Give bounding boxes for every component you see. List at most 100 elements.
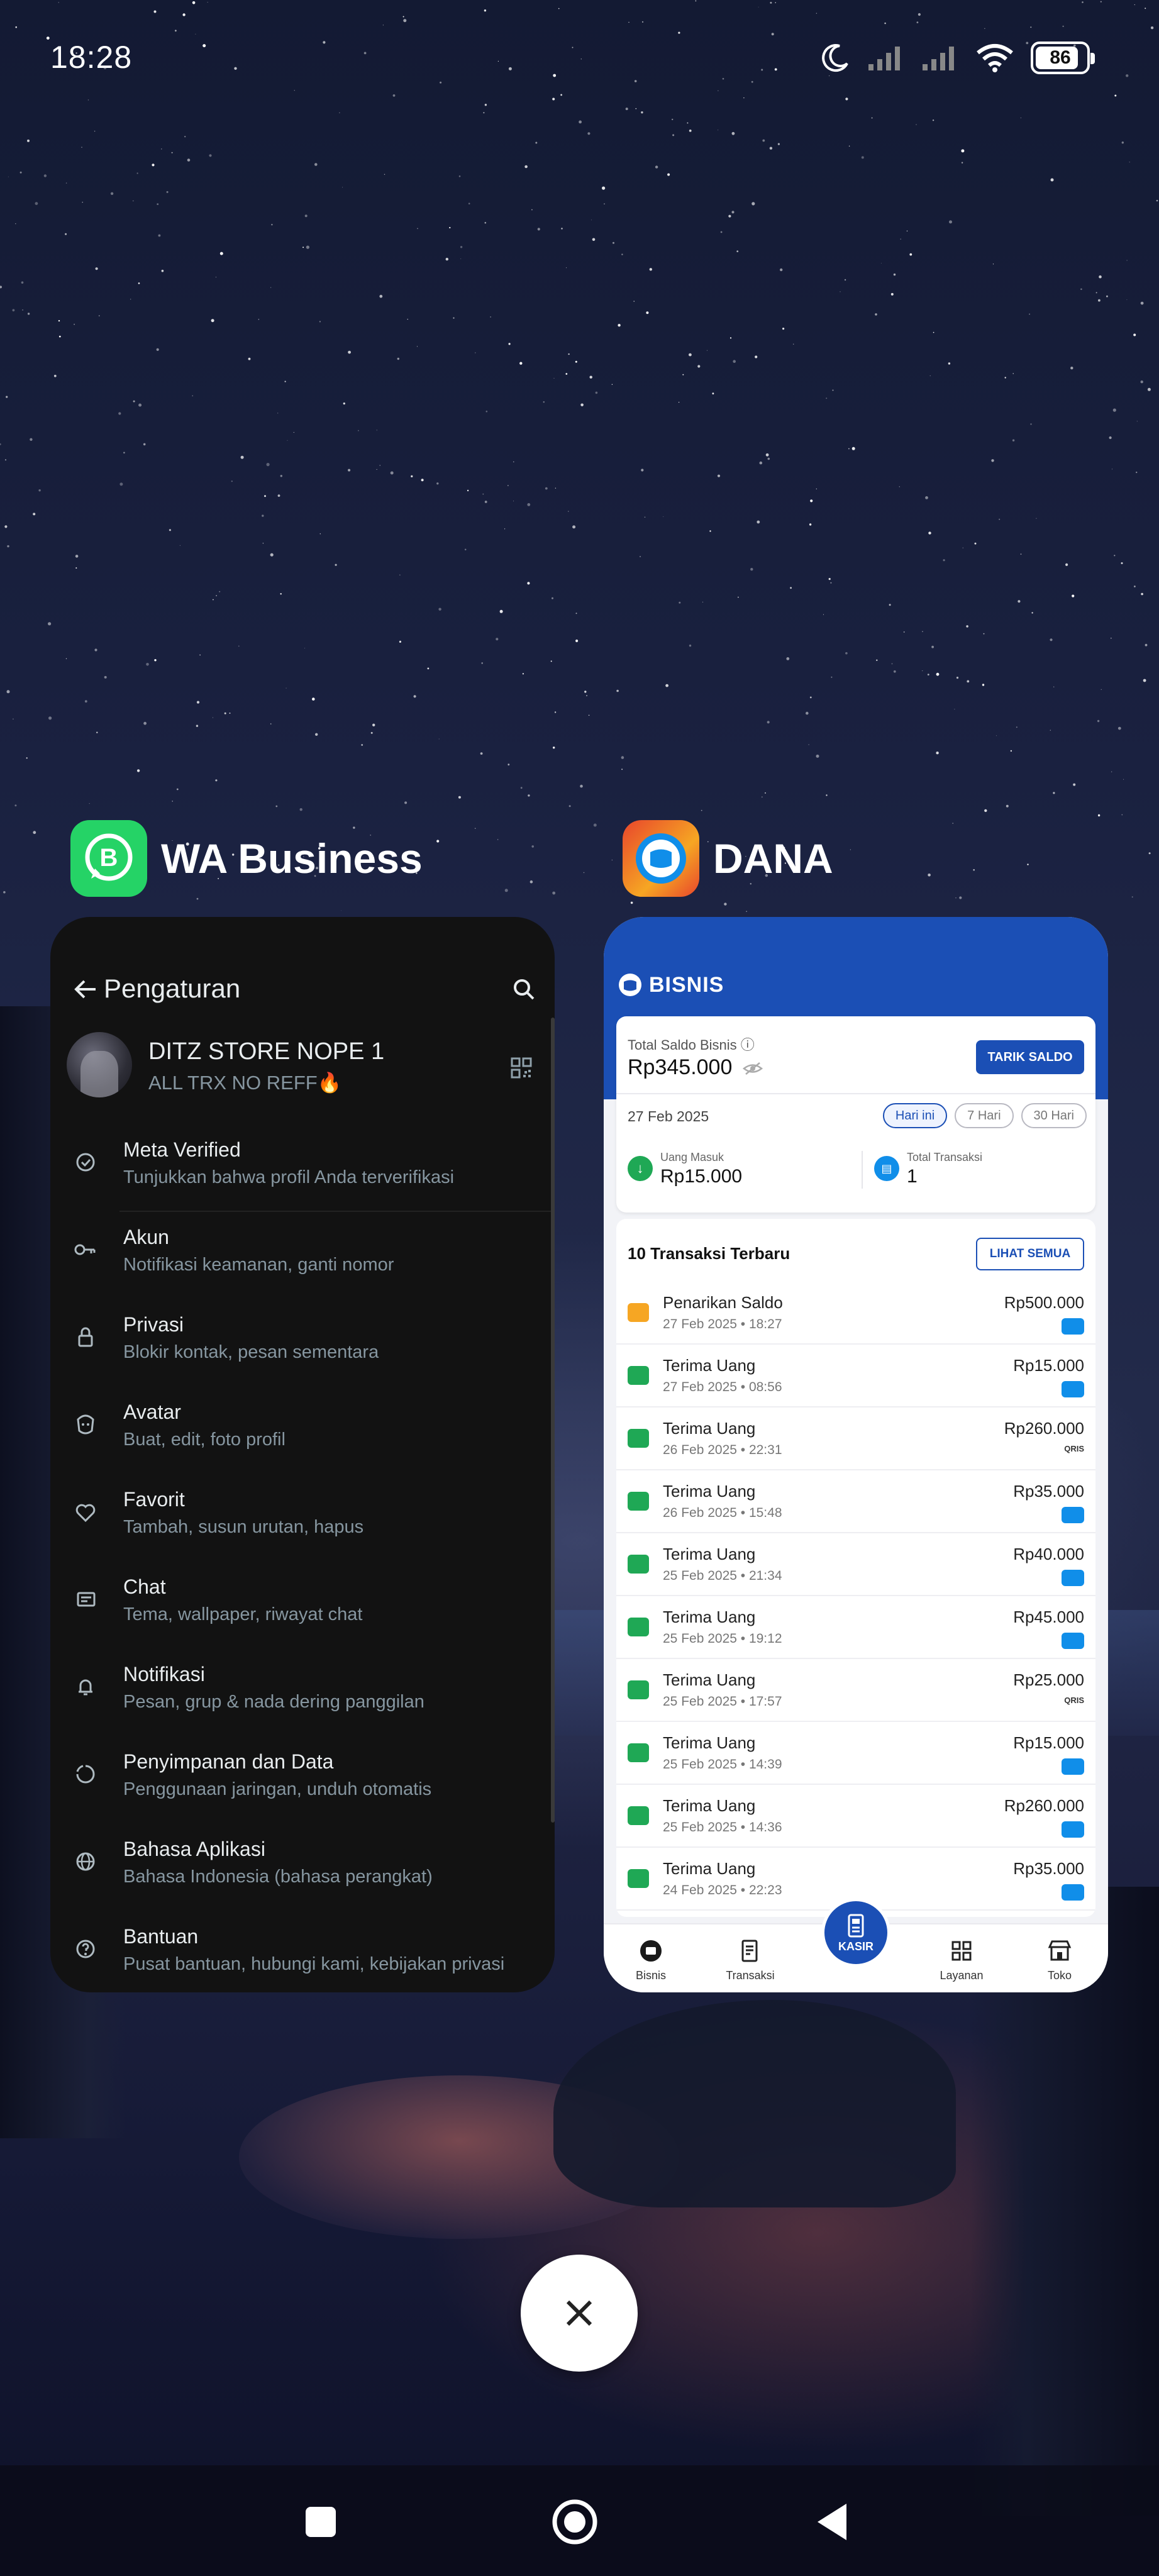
grid-icon — [951, 1941, 972, 1961]
transaction-icon: ▤ — [874, 1156, 899, 1181]
saldo-amount: Rp345.000 — [628, 1055, 733, 1079]
settings-item-subtitle: Pusat bantuan, hubungi kami, kebijakan p… — [123, 1954, 505, 1974]
chip-7-hari[interactable]: 7 Hari — [955, 1103, 1014, 1128]
recents-button[interactable] — [296, 2497, 346, 2547]
transaction-title: Terima Uang — [663, 1607, 756, 1626]
lihat-semua-button[interactable]: LIHAT SEMUA — [976, 1238, 1084, 1270]
settings-item-title: Penyimpanan dan Data — [123, 1750, 334, 1773]
money-received-icon — [628, 1618, 649, 1636]
nav-transaksi[interactable]: Transaksi — [716, 1937, 785, 1982]
dana-badge-icon — [1062, 1758, 1084, 1775]
transaction-date: 25 Feb 2025 • 14:36 — [663, 1820, 782, 1835]
back-nav-button[interactable] — [806, 2497, 857, 2547]
settings-item-subtitle: Bahasa Indonesia (bahasa perangkat) — [123, 1867, 433, 1887]
money-received-icon — [628, 1743, 649, 1762]
settings-item-subtitle: Tema, wallpaper, riwayat chat — [123, 1604, 363, 1624]
square-icon — [306, 2507, 336, 2537]
app-header-wa-business[interactable]: B WA Business — [70, 818, 423, 899]
nav-label: Transaksi — [726, 1969, 775, 1982]
transaction-row[interactable]: Terima Uang 26 Feb 2025 • 15:48 Rp35.000 — [616, 1470, 1095, 1533]
transaction-date: 25 Feb 2025 • 19:12 — [663, 1631, 782, 1646]
transaction-date: 24 Feb 2025 • 22:23 — [663, 1883, 782, 1897]
status-time: 18:28 — [50, 40, 133, 75]
settings-item-penyimpanan-dan-data[interactable]: Penyimpanan dan Data Penggunaan jaringan,… — [50, 1736, 555, 1824]
transaction-amount: Rp500.000 — [1004, 1293, 1084, 1312]
settings-item-akun[interactable]: Akun Notifikasi keamanan, ganti nomor — [50, 1212, 555, 1299]
transaction-date: 27 Feb 2025 • 18:27 — [663, 1317, 782, 1331]
settings-item-title: Bahasa Aplikasi — [123, 1838, 265, 1860]
transaction-row[interactable]: Terima Uang 25 Feb 2025 • 17:57 Rp25.000 QR… — [616, 1659, 1095, 1722]
profile-row[interactable]: DITZ STORE NOPE 1 ALL TRX NO REFF🔥 — [50, 1027, 555, 1115]
wa-business-card[interactable]: Pengaturan DITZ STORE NOPE 1 ALL TRX NO … — [50, 917, 555, 1992]
back-triangle-icon — [818, 2504, 846, 2540]
wifi-icon — [977, 44, 1013, 72]
nav-toko[interactable]: Toko — [1025, 1937, 1094, 1982]
transaction-row[interactable]: Terima Uang 25 Feb 2025 • 14:39 Rp15.000 — [616, 1722, 1095, 1785]
transaction-row[interactable]: Terima Uang 25 Feb 2025 • 19:12 Rp45.000 — [616, 1596, 1095, 1659]
bottom-nav: Bisnis Transaksi KASIR Layanan Toko — [604, 1898, 1108, 1992]
saldo-label: Total Saldo Bisnis ⓘ — [628, 1037, 755, 1053]
chip-hari-ini[interactable]: Hari ini — [882, 1103, 948, 1128]
chip-30-hari[interactable]: 30 Hari — [1021, 1103, 1087, 1128]
divider — [862, 1151, 863, 1189]
settings-item-title: Meta Verified — [123, 1138, 241, 1161]
search-button[interactable] — [498, 967, 548, 1011]
nav-kasir[interactable]: KASIR — [821, 1898, 890, 1967]
nav-label: Toko — [1047, 1969, 1072, 1982]
app-name: WA Business — [161, 835, 423, 882]
nav-layanan[interactable]: Layanan — [927, 1937, 996, 1982]
help-icon — [67, 1930, 104, 1968]
profile-about: ALL TRX NO REFF🔥 — [148, 1072, 342, 1094]
transaction-row[interactable]: Terima Uang 26 Feb 2025 • 22:31 Rp260.000 Q… — [616, 1407, 1095, 1470]
scrollbar[interactable] — [551, 1018, 555, 1823]
settings-item-title: Notifikasi — [123, 1663, 205, 1685]
settings-list: Meta Verified Tunjukkan bahwa profil Anda… — [50, 1124, 555, 1992]
tarik-saldo-button[interactable]: TARIK SALDO — [976, 1040, 1084, 1074]
uang-masuk-value: Rp15.000 — [660, 1166, 743, 1187]
dana-badge-icon — [1062, 1507, 1084, 1523]
dana-badge-icon — [1062, 1381, 1084, 1397]
transaction-row[interactable]: Terima Uang 27 Feb 2025 • 08:56 Rp15.000 — [616, 1345, 1095, 1407]
dana-badge-icon — [1062, 1570, 1084, 1586]
qr-code-button[interactable] — [499, 1046, 543, 1090]
avatar[interactable] — [67, 1032, 132, 1097]
transactions-title: 10 Transaksi Terbaru — [628, 1244, 790, 1263]
signal-icon — [923, 47, 954, 70]
eye-hidden-icon[interactable] — [742, 1061, 763, 1076]
settings-item-subtitle: Tunjukkan bahwa profil Anda terverifikas… — [123, 1167, 455, 1187]
settings-item-meta-verified[interactable]: Meta Verified Tunjukkan bahwa profil Anda… — [50, 1124, 555, 1212]
search-icon — [514, 979, 535, 1000]
dana-card[interactable]: BISNIS Total Saldo Bisnis ⓘ Rp345.000 TA… — [604, 917, 1108, 1992]
settings-item-bahasa-aplikasi[interactable]: Bahasa Aplikasi Bahasa Indonesia (bahasa … — [50, 1824, 555, 1911]
transaction-row[interactable]: Terima Uang 25 Feb 2025 • 14:36 Rp260.000 — [616, 1785, 1095, 1848]
uang-masuk-label: Uang Masuk — [660, 1151, 724, 1163]
total-transaksi-label: Total Transaksi — [907, 1151, 983, 1163]
home-button[interactable] — [550, 2497, 600, 2547]
settings-item-avatar[interactable]: Avatar Buat, edit, foto profil — [50, 1387, 555, 1474]
money-received-icon — [628, 1429, 649, 1448]
moon-icon — [822, 44, 848, 72]
wa-top-bar: Pengaturan — [50, 917, 555, 1036]
nav-label: KASIR — [838, 1940, 873, 1953]
app-header-dana[interactable]: DANA — [623, 818, 833, 899]
transaction-row[interactable]: Terima Uang 25 Feb 2025 • 21:34 Rp40.000 — [616, 1533, 1095, 1596]
nav-bisnis[interactable]: Bisnis — [616, 1937, 685, 1982]
money-received-icon — [628, 1806, 649, 1825]
settings-item-notifikasi[interactable]: Notifikasi Pesan, grup & nada dering pang… — [50, 1649, 555, 1736]
dana-icon[interactable] — [623, 820, 699, 897]
settings-item-privasi[interactable]: Privasi Blokir kontak, pesan sementara — [50, 1299, 555, 1387]
close-all-button[interactable] — [521, 2255, 638, 2372]
settings-item-bantuan[interactable]: Bantuan Pusat bantuan, hubungi kami, kebi… — [50, 1911, 555, 1992]
settings-item-chat[interactable]: Chat Tema, wallpaper, riwayat chat — [50, 1562, 555, 1649]
avatar-face-icon — [67, 1406, 104, 1443]
home-circle-icon — [552, 2499, 597, 2545]
transaction-date: 26 Feb 2025 • 15:48 — [663, 1506, 782, 1520]
dana-badge-icon — [1062, 1821, 1084, 1838]
transaction-title: Terima Uang — [663, 1356, 756, 1375]
whatsapp-business-icon[interactable]: B — [70, 820, 147, 897]
settings-item-title: Akun — [123, 1226, 169, 1248]
transaction-row[interactable]: Penarikan Saldo 27 Feb 2025 • 18:27 Rp500.… — [616, 1282, 1095, 1345]
qr-code-icon — [511, 1057, 532, 1079]
settings-item-favorit[interactable]: Favorit Tambah, susun urutan, hapus — [50, 1474, 555, 1562]
date-label: 27 Feb 2025 — [628, 1108, 709, 1124]
